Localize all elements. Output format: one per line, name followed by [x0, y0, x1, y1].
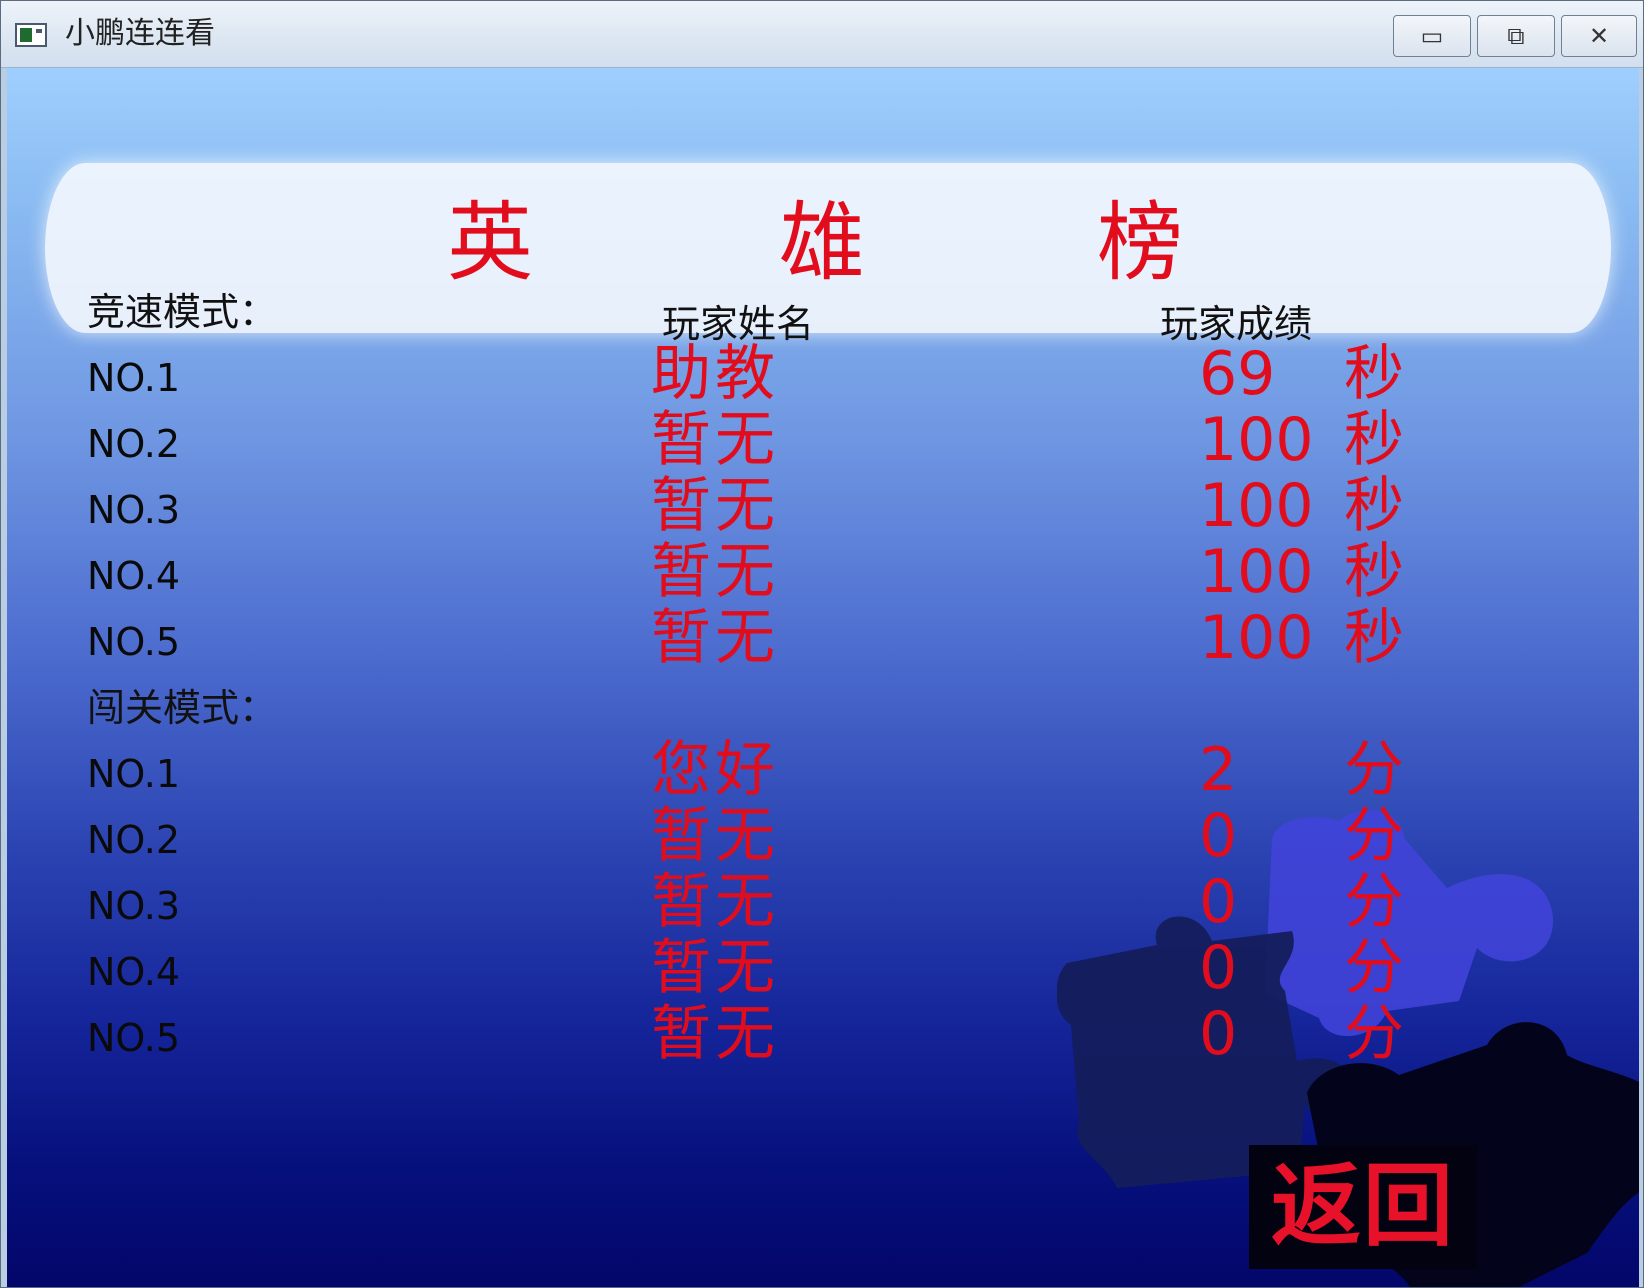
- title-bar[interactable]: 小鹏连连看 ▭ ⧉ ✕: [1, 1, 1643, 68]
- level-player-name-5: 暂无: [651, 999, 779, 1069]
- level-player-name-1: 您好: [651, 735, 779, 805]
- level-mode-label: 闯关模式：: [87, 686, 278, 730]
- level-player-score-1: 2: [1199, 735, 1238, 805]
- level-rank-1: NO.1: [87, 752, 181, 796]
- app-window: 小鹏连连看 ▭ ⧉ ✕ 英 雄 榜 竞速模式： 玩家姓名 玩家成绩 NO.1 助…: [0, 0, 1644, 1288]
- level-rank-4: NO.4: [87, 950, 181, 994]
- leaderboard-title-char: 榜: [1097, 193, 1183, 293]
- speed-player-score-3: 100: [1199, 471, 1314, 541]
- speed-rank-2: NO.2: [87, 422, 181, 466]
- speed-score-unit-5: 秒: [1344, 603, 1404, 673]
- speed-score-unit-4: 秒: [1344, 537, 1404, 607]
- return-button[interactable]: 返回: [1249, 1145, 1477, 1269]
- level-player-name-3: 暂无: [651, 867, 779, 937]
- level-player-name-4: 暂无: [651, 933, 779, 1003]
- leaderboard-title-char: 英: [447, 193, 533, 293]
- speed-rank-3: NO.3: [87, 488, 181, 532]
- speed-player-name-5: 暂无: [651, 603, 779, 673]
- speed-score-unit-2: 秒: [1344, 405, 1404, 475]
- speed-player-score-4: 100: [1199, 537, 1314, 607]
- speed-player-name-3: 暂无: [651, 471, 779, 541]
- level-player-score-3: 0: [1199, 867, 1238, 937]
- app-window-icon: [15, 23, 47, 47]
- close-button[interactable]: ✕: [1561, 15, 1637, 57]
- level-player-name-2: 暂无: [651, 801, 779, 871]
- level-score-unit-5: 分: [1344, 999, 1404, 1069]
- maximize-button[interactable]: ⧉: [1477, 15, 1555, 57]
- speed-rank-5: NO.5: [87, 620, 181, 664]
- level-rank-2: NO.2: [87, 818, 181, 862]
- minimize-button[interactable]: ▭: [1393, 15, 1471, 57]
- speed-score-unit-3: 秒: [1344, 471, 1404, 541]
- level-score-unit-1: 分: [1344, 735, 1404, 805]
- speed-player-score-2: 100: [1199, 405, 1314, 475]
- speed-player-score-1: 69: [1199, 339, 1276, 409]
- speed-player-score-5: 100: [1199, 603, 1314, 673]
- speed-rank-1: NO.1: [87, 356, 181, 400]
- level-player-score-5: 0: [1199, 999, 1238, 1069]
- speed-mode-label: 竞速模式：: [87, 290, 278, 334]
- level-rank-5: NO.5: [87, 1016, 181, 1060]
- level-rank-3: NO.3: [87, 884, 181, 928]
- speed-player-name-4: 暂无: [651, 537, 779, 607]
- speed-player-name-1: 助教: [651, 339, 779, 409]
- level-score-unit-3: 分: [1344, 867, 1404, 937]
- leaderboard-panel: 英 雄 榜 竞速模式： 玩家姓名 玩家成绩 NO.1 助教 69 秒 NO.2 …: [7, 68, 1639, 1287]
- level-player-score-2: 0: [1199, 801, 1238, 871]
- level-player-score-4: 0: [1199, 933, 1238, 1003]
- speed-rank-4: NO.4: [87, 554, 181, 598]
- speed-player-name-2: 暂无: [651, 405, 779, 475]
- level-score-unit-2: 分: [1344, 801, 1404, 871]
- speed-score-unit-1: 秒: [1344, 339, 1404, 409]
- window-title: 小鹏连连看: [65, 16, 215, 51]
- leaderboard-title-char: 雄: [779, 193, 865, 293]
- return-button-label: 返回: [1271, 1154, 1455, 1259]
- level-score-unit-4: 分: [1344, 933, 1404, 1003]
